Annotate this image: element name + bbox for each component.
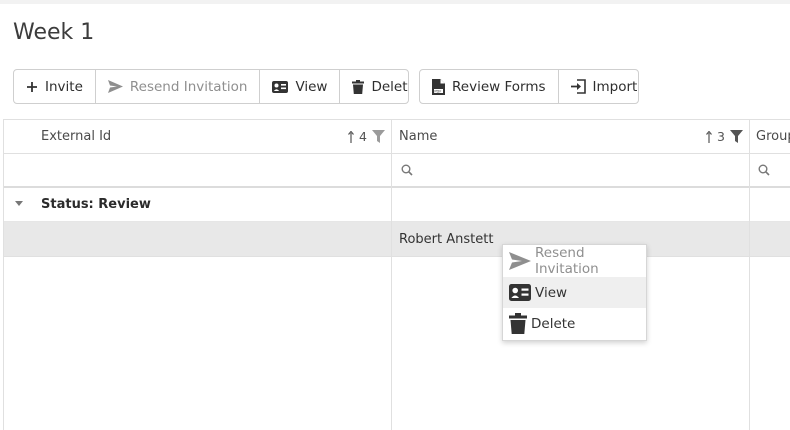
id-card-icon (509, 284, 531, 301)
group-row-label: Status: Review (41, 197, 151, 212)
send-icon (107, 80, 123, 93)
page-title: Week 1 (13, 20, 95, 45)
send-icon (509, 252, 531, 270)
toolbar-main-group: Invite Resend Invitation View Delete (13, 69, 409, 104)
context-menu-label: Delete (531, 315, 576, 332)
column-header-external-id[interactable]: External Id (41, 120, 111, 153)
collapse-caret-icon[interactable] (15, 201, 23, 206)
trash-icon (352, 79, 365, 94)
table-row[interactable]: Robert Anstett (3, 222, 790, 257)
name-sort-order: 3 (717, 129, 725, 144)
plus-icon (26, 81, 38, 93)
context-menu-label: Resend Invitation (535, 245, 599, 277)
group-row[interactable]: Status: Review (3, 188, 790, 222)
import-button-label: Import (592, 78, 638, 95)
column-header-name[interactable]: Name (399, 120, 437, 153)
grid-left-border (3, 119, 4, 430)
view-button-label: View (295, 78, 328, 95)
context-menu: Resend Invitation View Delete (502, 244, 647, 341)
delete-button[interactable]: Delete (340, 70, 408, 103)
grid-filter-row (3, 154, 790, 188)
sort-ascending-icon[interactable] (348, 130, 354, 143)
data-grid: External Id 4 Name 3 Group (3, 119, 790, 430)
pdf-file-icon: PDF (432, 78, 445, 95)
external-id-sort-filter: 4 (348, 120, 385, 153)
delete-button-label: Delete (371, 78, 408, 95)
context-menu-item-delete[interactable]: Delete (503, 308, 646, 339)
filter-icon[interactable] (371, 130, 385, 143)
row-name-cell: Robert Anstett (399, 232, 494, 247)
toolbar-secondary-group: PDF Review Forms Import (419, 69, 639, 104)
svg-text:PDF: PDF (434, 89, 441, 93)
resend-invitation-button[interactable]: Resend Invitation (96, 70, 261, 103)
context-menu-item-view[interactable]: View (503, 277, 646, 308)
grid-header-row: External Id 4 Name 3 Group (3, 119, 790, 154)
trash-icon (509, 313, 527, 334)
name-sort-filter: 3 (706, 120, 743, 153)
resend-invitation-button-label: Resend Invitation (129, 78, 248, 95)
search-icon[interactable] (401, 164, 413, 176)
id-card-icon (272, 80, 289, 93)
sort-ascending-icon[interactable] (706, 130, 712, 143)
external-id-sort-order: 4 (359, 129, 367, 144)
import-icon (570, 79, 586, 94)
column-header-group[interactable]: Group (756, 120, 790, 153)
import-button[interactable]: Import (559, 70, 639, 103)
view-button[interactable]: View (260, 70, 341, 103)
column-divider (749, 119, 750, 430)
context-menu-label: View (535, 284, 568, 301)
review-forms-button[interactable]: PDF Review Forms (420, 70, 559, 103)
invite-button[interactable]: Invite (14, 70, 96, 103)
search-icon[interactable] (758, 164, 770, 176)
filter-active-icon[interactable] (729, 130, 743, 143)
top-bar (0, 0, 790, 4)
column-divider (391, 119, 392, 430)
review-forms-button-label: Review Forms (452, 78, 546, 95)
context-menu-item-resend-invitation[interactable]: Resend Invitation (503, 245, 646, 277)
invite-button-label: Invite (45, 78, 83, 95)
